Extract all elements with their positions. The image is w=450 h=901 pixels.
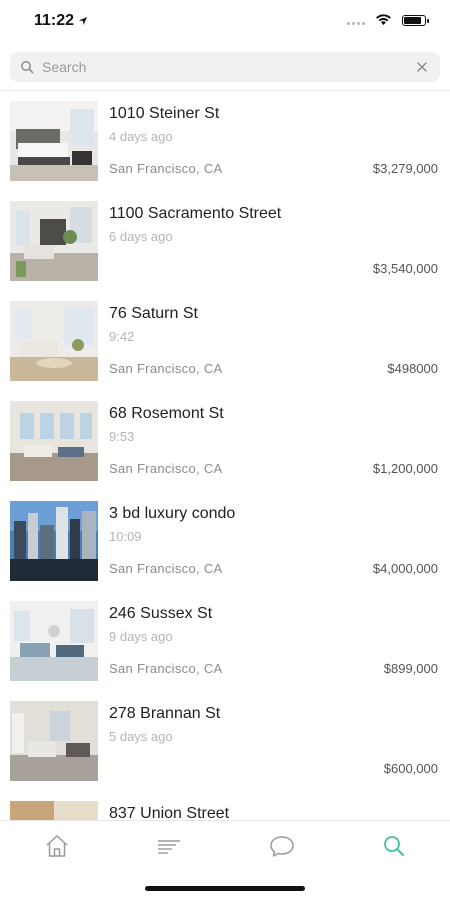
listing-item[interactable]: 246 Sussex St 9 days ago San Francisco, …: [0, 591, 450, 691]
listing-photo-living-room: [10, 301, 98, 381]
listing-title: 3 bd luxury condo: [109, 505, 236, 522]
listings-list[interactable]: 1010 Steiner St 4 days ago San Francisco…: [0, 90, 450, 821]
search-icon: [21, 61, 34, 74]
listing-title: 837 Union Street: [109, 805, 230, 821]
listing-price: $1,200,000: [372, 461, 438, 476]
wifi-icon: [376, 14, 391, 25]
listing-location: San Francisco, CA: [109, 561, 223, 576]
listing-title: 1010 Steiner St: [109, 105, 220, 122]
home-indicator: [145, 886, 305, 891]
listing-date: 10:09: [109, 529, 142, 544]
tab-list[interactable]: [149, 831, 189, 861]
listing-price: $3,540,000: [372, 261, 438, 276]
listing-price: $3,279,000: [372, 161, 438, 176]
listing-item[interactable]: 3 bd luxury condo 10:09 San Francisco, C…: [0, 491, 450, 591]
chat-icon: [270, 836, 294, 857]
listing-title: 278 Brannan St: [109, 705, 221, 722]
search-bar[interactable]: [10, 52, 440, 82]
listing-date: 4 days ago: [109, 129, 173, 144]
location-arrow-icon: [79, 17, 88, 25]
listing-item[interactable]: 76 Saturn St 9:42 San Francisco, CA $498…: [0, 291, 450, 391]
listing-price: $498000: [387, 361, 438, 376]
listing-date: 9 days ago: [109, 629, 173, 644]
listing-photo-bedroom: [10, 101, 98, 181]
listing-date: 9:42: [109, 329, 135, 344]
list-icon: [158, 840, 180, 854]
listing-title: 1100 Sacramento Street: [109, 205, 282, 222]
listing-item[interactable]: 278 Brannan St 5 days ago $600,000: [0, 691, 450, 791]
search-icon: [384, 836, 404, 856]
status-time: 11:22: [34, 12, 88, 30]
status-icons: [347, 14, 429, 26]
listing-location: San Francisco, CA: [109, 161, 223, 176]
listing-date: 9:53: [109, 429, 135, 444]
tab-home[interactable]: [37, 831, 77, 861]
search-input[interactable]: [40, 52, 416, 82]
listing-location: San Francisco, CA: [109, 361, 223, 376]
battery-level: [404, 16, 422, 24]
status-bar: 11:22: [0, 0, 450, 46]
battery-icon: [402, 14, 429, 26]
clear-search-icon[interactable]: [416, 61, 428, 73]
listing-price: $600,000: [383, 761, 438, 776]
listing-price: $899,000: [383, 661, 438, 676]
clock-text: 11:22: [34, 12, 75, 29]
listing-photo-living-room: [10, 601, 98, 681]
listing-photo-city-view: [10, 501, 98, 581]
listing-photo-living-room: [10, 701, 98, 781]
listing-photo-living-room: [10, 201, 98, 281]
listing-price: $4,000,000: [372, 561, 438, 576]
listing-item[interactable]: 1100 Sacramento Street 6 days ago $3,540…: [0, 191, 450, 291]
listing-title: 76 Saturn St: [109, 305, 198, 322]
listing-location: San Francisco, CA: [109, 661, 223, 676]
listing-photo-interior: [10, 801, 98, 821]
listing-location: San Francisco, CA: [109, 461, 223, 476]
listing-item[interactable]: 1010 Steiner St 4 days ago San Francisco…: [0, 91, 450, 191]
listing-item[interactable]: 68 Rosemont St 9:53 San Francisco, CA $1…: [0, 391, 450, 491]
listing-title: 68 Rosemont St: [109, 405, 224, 422]
listing-title: 246 Sussex St: [109, 605, 213, 622]
listing-date: 5 days ago: [109, 729, 173, 744]
tab-messages[interactable]: [262, 831, 302, 861]
cellular-signal-icon: [347, 15, 365, 25]
listing-photo-living-room: [10, 401, 98, 481]
tab-search[interactable]: [374, 831, 414, 861]
home-icon: [46, 835, 68, 857]
listing-date: 6 days ago: [109, 229, 173, 244]
listing-item[interactable]: 837 Union Street: [0, 791, 450, 821]
